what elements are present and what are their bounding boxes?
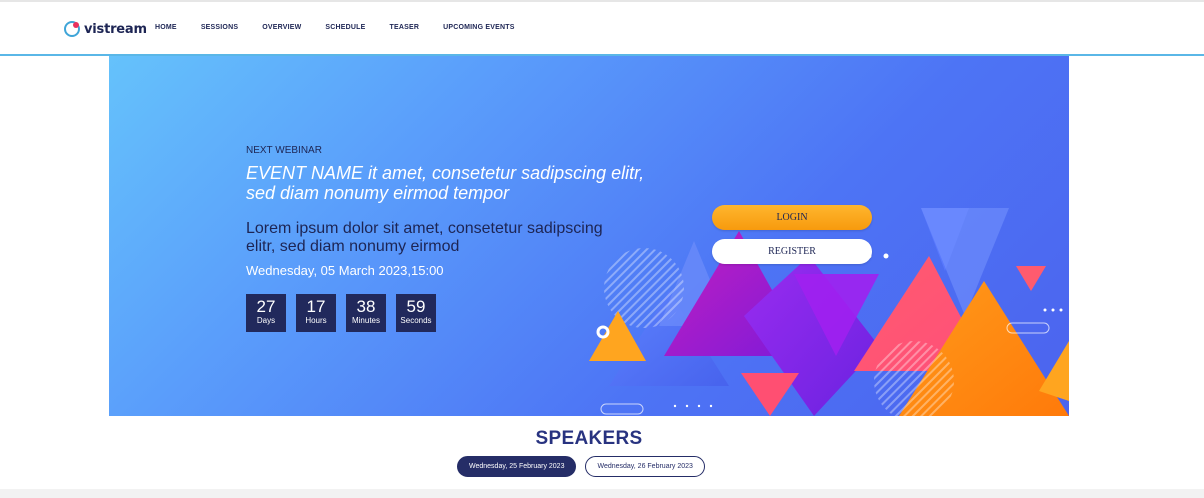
countdown-hours: 17 Hours	[296, 294, 336, 332]
countdown-timer: 27 Days 17 Hours 38 Minutes 59 Seconds	[246, 294, 436, 332]
logo-text: vistream	[84, 21, 147, 37]
countdown-minutes: 38 Minutes	[346, 294, 386, 332]
next-webinar-label: NEXT WEBINAR	[246, 145, 322, 156]
hero-banner: NEXT WEBINAR EVENT NAME it amet, consete…	[109, 56, 1069, 416]
bottom-strip	[0, 489, 1204, 498]
tab-day-1[interactable]: Wednesday, 25 February 2023	[457, 456, 577, 477]
countdown-value: 27	[256, 297, 276, 316]
countdown-unit: Hours	[305, 316, 327, 325]
countdown-seconds: 59 Seconds	[396, 294, 436, 332]
countdown-value: 17	[306, 297, 326, 316]
countdown-unit: Days	[256, 316, 276, 325]
nav-home[interactable]: HOME	[155, 24, 177, 31]
event-date: Wednesday, 05 March 2023,15:00	[246, 263, 444, 278]
nav-teaser[interactable]: TEASER	[390, 24, 420, 31]
countdown-value: 59	[406, 297, 426, 316]
nav-sessions[interactable]: SESSIONS	[201, 24, 238, 31]
countdown-value: 38	[356, 297, 376, 316]
event-name: EVENT NAME it amet, consetetur sadipscin…	[246, 163, 645, 203]
countdown-days: 27 Days	[246, 294, 286, 332]
logo-icon	[64, 21, 80, 37]
register-button[interactable]: REGISTER	[712, 239, 872, 264]
main-menu: HOME SESSIONS OVERVIEW SCHEDULE TEASER U…	[155, 24, 539, 31]
nav-overview[interactable]: OVERVIEW	[262, 24, 301, 31]
countdown-unit: Minutes	[351, 316, 380, 325]
tab-day-2[interactable]: Wednesday, 26 February 2023	[585, 456, 705, 477]
event-subtitle: Lorem ipsum dolor sit amet, consetetur s…	[246, 220, 603, 255]
countdown-unit: Seconds	[400, 316, 432, 325]
speakers-heading: SPEAKERS	[535, 428, 643, 449]
nav-upcoming-events[interactable]: UPCOMING EVENTS	[443, 24, 514, 31]
nav-schedule[interactable]: SCHEDULE	[325, 24, 365, 31]
speaker-day-tabs: Wednesday, 25 February 2023 Wednesday, 2…	[457, 456, 705, 477]
logo[interactable]: vistream	[64, 19, 147, 39]
top-navigation: vistream HOME SESSIONS OVERVIEW SCHEDULE…	[0, 2, 1204, 56]
login-button[interactable]: LOGIN	[712, 205, 872, 230]
